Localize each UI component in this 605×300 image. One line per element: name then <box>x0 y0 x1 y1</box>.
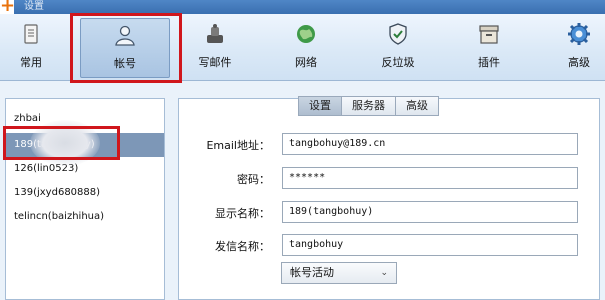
account-status-select[interactable]: 帐号活动 ⌄ <box>281 262 397 284</box>
tool-label: 写邮件 <box>198 56 232 69</box>
settings-tabs: 设置 服务器 高级 <box>298 96 439 116</box>
tool-account[interactable]: 帐号 <box>80 18 170 78</box>
password-label: 密码： <box>237 173 270 186</box>
tool-label: 常用 <box>20 56 42 69</box>
user-icon <box>115 25 135 46</box>
tool-label: 反垃圾 <box>381 56 415 69</box>
tool-label: 网络 <box>295 56 317 69</box>
tool-antispam[interactable]: 反垃圾 <box>372 18 424 76</box>
title-bar: + 设置 <box>0 0 605 14</box>
sender-name-field[interactable]: tangbohuy <box>282 234 578 256</box>
chevron-down-icon: ⌄ <box>380 268 388 278</box>
email-label: Email地址： <box>206 139 270 152</box>
email-field[interactable]: tangbohuy@189.cn <box>282 133 578 155</box>
tool-compose[interactable]: 写邮件 <box>190 18 240 76</box>
window-title: 设置 <box>24 1 44 12</box>
tab-server[interactable]: 服务器 <box>341 96 396 116</box>
tool-general[interactable]: 常用 <box>6 18 56 76</box>
globe-icon <box>297 25 315 43</box>
tool-plugins[interactable]: 插件 <box>466 18 512 76</box>
tab-settings[interactable]: 设置 <box>298 96 342 116</box>
tool-label: 插件 <box>478 56 500 69</box>
tool-advanced[interactable]: 高级 <box>556 18 602 76</box>
app-icon: + <box>0 0 16 14</box>
privacy-blur <box>30 120 100 166</box>
compose-icon <box>207 24 223 43</box>
display-name-label: 显示名称： <box>215 207 270 220</box>
sender-name-label: 发信名称： <box>215 240 270 253</box>
gear-icon <box>568 23 590 45</box>
account-item[interactable]: telincn(baizhihua) <box>6 205 164 229</box>
toolbar: 常用 帐号 写邮件 网络 反垃圾 插件 高级 <box>0 14 605 81</box>
tool-label: 高级 <box>568 56 590 69</box>
document-icon <box>24 24 38 44</box>
box-icon <box>479 25 499 44</box>
account-item[interactable]: 139(jxyd680888) <box>6 181 164 205</box>
password-field[interactable]: ****** <box>282 167 578 189</box>
tab-advanced[interactable]: 高级 <box>395 96 439 116</box>
shield-icon <box>389 23 407 45</box>
account-status-value: 帐号活动 <box>290 266 334 279</box>
tool-label: 帐号 <box>114 57 136 70</box>
display-name-field[interactable]: 189(tangbohuy) <box>282 201 578 223</box>
tool-network[interactable]: 网络 <box>283 18 329 76</box>
